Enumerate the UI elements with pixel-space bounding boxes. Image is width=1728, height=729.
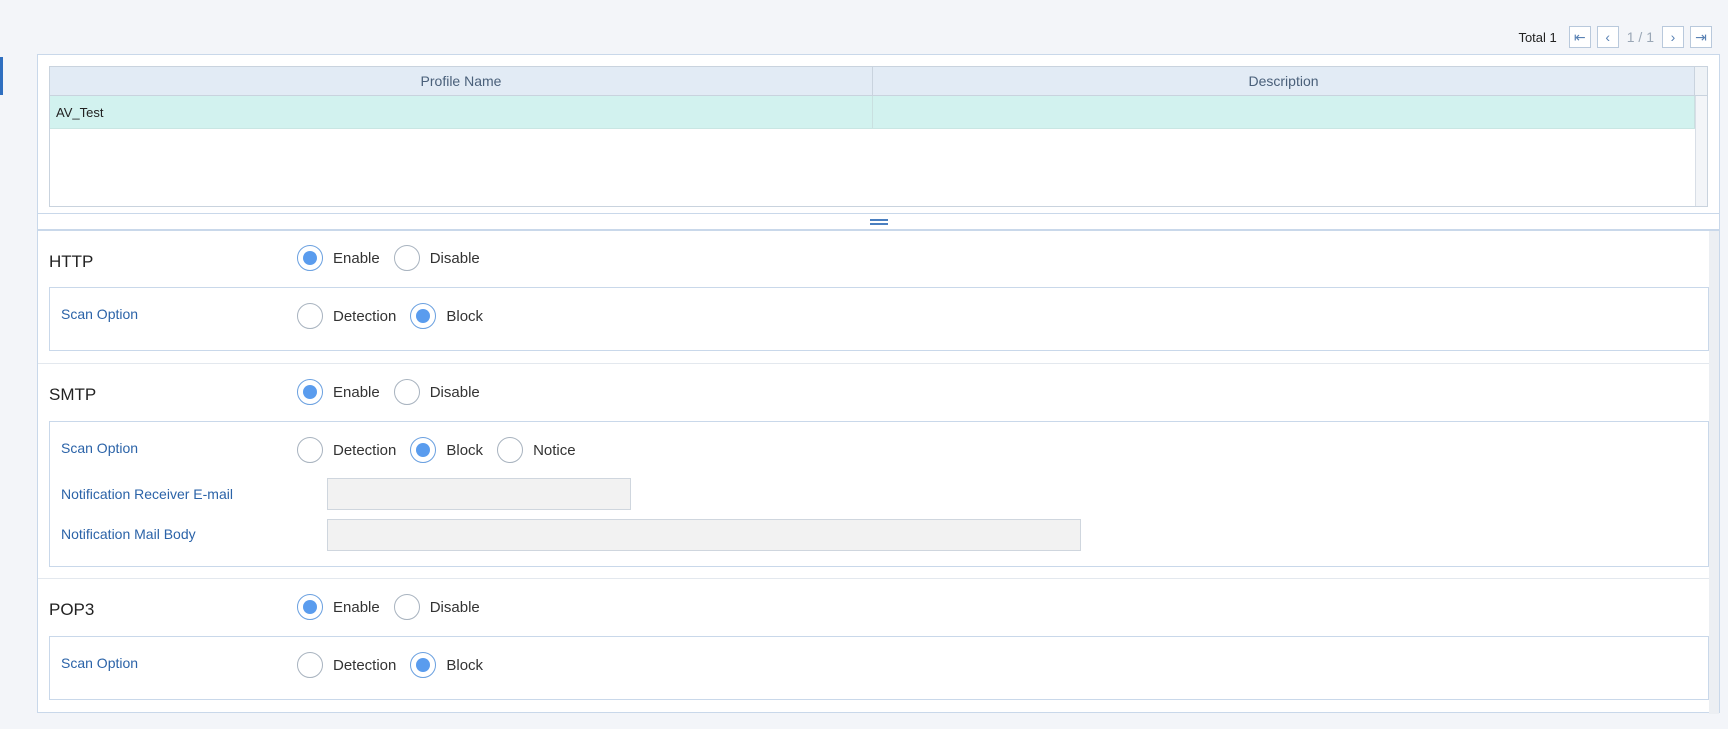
section-title-smtp: SMTP [49,385,97,404]
smtp-scan-option-label: Scan Option [61,440,139,456]
radio-unchecked-icon [297,652,323,678]
radio-label: Block [446,307,484,325]
radio-label: Disable [429,598,480,616]
pop3-status-group: Enable Disable [297,594,480,620]
profile-grid: Profile Name Description AV_Test [49,66,1708,207]
http-status-group: Enable Disable [297,245,480,271]
http-disable-radio[interactable]: Disable [393,245,480,271]
header-scroll-spacer [1695,67,1707,95]
last-page-icon[interactable]: ⇥ [1690,26,1712,48]
panel-splitter[interactable] [37,214,1720,230]
pop3-enable-radio[interactable]: Enable [297,594,380,620]
smtp-scan-box: Scan Option Detection Block Notice Notif… [49,421,1709,567]
notification-mail-body-field[interactable] [327,519,1081,551]
http-scan-box: Scan Option Detection Block [49,287,1709,351]
section-http: HTTP Enable Disable Scan Option Detectio… [38,231,1710,351]
radio-label: Block [446,656,484,674]
radio-unchecked-icon [393,379,420,405]
radio-checked-icon [410,652,437,678]
http-block-radio[interactable]: Block [410,303,483,329]
prev-page-icon[interactable]: ‹ [1596,26,1619,48]
smtp-mail-body-label: Notification Mail Body [61,526,196,542]
next-page-icon[interactable]: › [1662,26,1684,48]
radio-label: Enable [333,598,380,616]
drag-handle-icon[interactable] [869,218,888,225]
column-header-profile-name[interactable]: Profile Name [50,67,873,95]
radio-unchecked-icon [497,437,524,463]
smtp-block-radio[interactable]: Block [410,437,483,463]
pop3-detection-radio[interactable]: Detection [297,652,396,678]
radio-unchecked-icon [393,245,420,271]
cell-description [873,96,1695,128]
smtp-enable-radio[interactable]: Enable [297,379,380,405]
protocol-settings-panel: HTTP Enable Disable Scan Option Detectio… [37,230,1720,714]
smtp-scan-group: Detection Block Notice [297,437,576,463]
grid-header: Profile Name Description [50,67,1707,96]
content-frame: Total 1 ⇤ ‹ 1 / 1 › ⇥ Profile Name Descr… [7,0,1728,729]
pop3-scan-group: Detection Block [297,652,483,678]
radio-unchecked-icon [393,594,420,620]
column-header-description[interactable]: Description [873,67,1695,95]
http-enable-radio[interactable]: Enable [297,245,380,271]
radio-checked-icon [410,437,437,463]
radio-checked-icon [297,245,323,271]
radio-label: Enable [333,249,380,267]
radio-label: Disable [429,383,480,401]
http-scan-option-label: Scan Option [61,306,139,322]
radio-unchecked-icon [297,437,323,463]
first-page-icon[interactable]: ⇤ [1568,26,1591,48]
radio-checked-icon [410,303,437,329]
http-scan-group: Detection Block [297,303,483,329]
radio-label: Enable [333,383,380,401]
section-pop3: POP3 Enable Disable Scan Option Detectio… [38,578,1710,714]
http-detection-radio[interactable]: Detection [297,303,396,329]
pop3-scan-box: Scan Option Detection Block [49,636,1709,700]
table-row[interactable]: AV_Test [50,96,1707,129]
pagination: Total 1 ⇤ ‹ 1 / 1 › ⇥ [1518,26,1712,48]
radio-label: Notice [533,441,576,459]
radio-label: Detection [333,441,397,459]
radio-unchecked-icon [297,303,323,329]
radio-label: Block [446,441,484,459]
pop3-scan-option-label: Scan Option [61,655,139,671]
settings-scrollbar[interactable] [1709,231,1719,714]
smtp-status-group: Enable Disable [297,379,480,405]
smtp-receiver-label: Notification Receiver E-mail [61,486,233,502]
smtp-detection-radio[interactable]: Detection [297,437,396,463]
radio-checked-icon [297,594,323,620]
profile-list-panel: Profile Name Description AV_Test [37,54,1720,214]
section-title-pop3: POP3 [49,600,95,619]
smtp-notice-radio[interactable]: Notice [497,437,576,463]
radio-label: Disable [429,249,480,267]
radio-label: Detection [333,307,397,325]
grid-scrollbar[interactable] [1695,96,1707,206]
smtp-disable-radio[interactable]: Disable [393,379,480,405]
page-info: 1 / 1 [1626,29,1654,45]
radio-label: Detection [333,656,397,674]
section-smtp: SMTP Enable Disable Scan Option Detectio… [38,363,1710,578]
notification-receiver-email-field[interactable] [327,478,631,510]
cell-profile-name: AV_Test [50,96,873,128]
pop3-block-radio[interactable]: Block [410,652,483,678]
active-indicator [0,57,3,95]
total-count: Total 1 [1518,29,1557,45]
pop3-disable-radio[interactable]: Disable [393,594,480,620]
section-title-http: HTTP [49,252,94,271]
radio-checked-icon [297,379,323,405]
